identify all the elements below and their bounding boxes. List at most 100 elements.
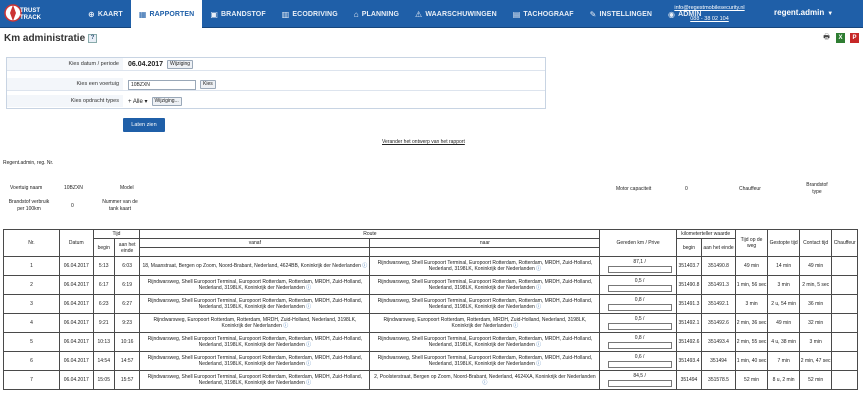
private-km-input[interactable]	[607, 380, 672, 387]
cell-contact-time: 3 min	[798, 332, 833, 352]
change-period-button[interactable]: Wijziging	[167, 60, 194, 69]
km-value: 0,8 /	[634, 335, 645, 341]
km-report-table: Nr. Datum Tijd Route Gereden km / Prive …	[3, 229, 858, 390]
info-icon[interactable]: ⓘ	[482, 380, 487, 386]
cell-route-to: Rijndwarsweg, Shell Europoort Terminal, …	[369, 275, 601, 295]
cell-time-end: 6:19	[113, 275, 141, 295]
private-km-input[interactable]	[607, 323, 672, 330]
km-value: 0,6 /	[634, 354, 645, 360]
table-row: 5 06.04.2017 10:13 10:16 Rijndwarsweg, Shell…	[3, 332, 858, 352]
cell-time-begin: 15:05	[92, 370, 115, 390]
address-text: Rijndwarsweg, Shell Europoort Terminal, …	[147, 279, 363, 291]
type-value-group: + Alle ▾ Wijziging...	[128, 96, 182, 107]
header-from-spacer	[139, 247, 371, 257]
info-icon[interactable]: ⓘ	[535, 304, 541, 310]
top-navigation-bar: TRUST TRACK ⊕ KAART ▦ RAPPORTEN ▣ BRANDSTOF…	[0, 0, 863, 28]
info-icon[interactable]: ⓘ	[305, 380, 311, 386]
period-value-group: 06.04.2017 Wijziging	[128, 59, 194, 70]
cell-nr: 3	[3, 294, 60, 314]
user-menu[interactable]: regent.admin ▼	[774, 8, 833, 17]
info-icon[interactable]: ⓘ	[282, 323, 288, 329]
nav-item-planning[interactable]: ⌂ PLANNING	[346, 0, 407, 28]
cell-odo-end: 351578.5	[701, 370, 736, 390]
cell-stop-time: 49 min	[767, 313, 800, 333]
engine-capacity-value: 0	[685, 186, 688, 192]
cell-nr: 4	[3, 313, 60, 333]
cell-nr: 2	[3, 275, 60, 295]
svg-text:TRACK: TRACK	[20, 15, 42, 21]
planning-icon: ⌂	[353, 9, 359, 19]
header-from: vanaf	[139, 238, 371, 248]
table-row: 3 06.04.2017 6:23 6:27 Rijndwarsweg, Shell E…	[3, 294, 858, 314]
vehicle-input[interactable]: 10BZXN	[128, 79, 196, 90]
table-row: 7 06.04.2017 15:05 15:57 Rijndwarsweg, Shell…	[3, 370, 858, 390]
cell-time-begin: 9:21	[92, 313, 115, 333]
nav-item-instellingen[interactable]: ✎ INSTELLINGEN	[582, 0, 660, 28]
nav-item-ecodriving[interactable]: ▥ ECODRIVING	[274, 0, 346, 28]
private-km-input[interactable]	[607, 342, 672, 349]
cell-route-from: Rijndwarsweg, Europoort Rotterdam, Rotte…	[139, 313, 371, 333]
cell-odo-begin: 351493.4	[675, 351, 703, 371]
tachograph-icon: ▤	[512, 9, 521, 19]
help-icon[interactable]: ?	[88, 33, 98, 43]
info-icon[interactable]: ⓘ	[535, 361, 541, 367]
cell-time-begin: 5:13	[92, 256, 115, 276]
print-icon[interactable]: 🖶	[822, 33, 831, 43]
contact-email-link[interactable]: info@regestmobilesecurity.nl	[662, 3, 757, 14]
cell-nr: 1	[3, 256, 60, 276]
cell-route-from: Rijndwarsweg, Shell Europoort Terminal, …	[139, 332, 371, 352]
cell-route-from: Rijndwarsweg, Shell Europoort Terminal, …	[139, 275, 371, 295]
cell-odo-end: 351492.6	[701, 313, 736, 333]
cell-time-begin: 6:23	[92, 294, 115, 314]
info-icon[interactable]: ⓘ	[535, 266, 541, 272]
excel-export-icon[interactable]: X	[836, 33, 845, 43]
cell-travel-time: 1 min, 56 sec	[734, 275, 769, 295]
cell-date: 06.04.2017	[58, 351, 94, 371]
info-icon[interactable]: ⓘ	[305, 304, 311, 310]
info-icon[interactable]: ⓘ	[305, 361, 311, 367]
choose-vehicle-button[interactable]: Kies	[200, 80, 216, 89]
address-text: Rijndwarsweg, Europoort Rotterdam, Rotte…	[153, 317, 357, 329]
change-type-button[interactable]: Wijziging...	[151, 97, 182, 106]
nav-item-rapporten[interactable]: ▦ RAPPORTEN	[130, 0, 203, 28]
trusttrack-logo[interactable]: TRUST TRACK	[2, 0, 46, 28]
type-row: Kies opdracht types + Alle ▾ Wijziging..…	[7, 95, 545, 108]
show-report-button[interactable]: Laten zien	[123, 118, 165, 132]
cell-time-begin: 6:17	[92, 275, 115, 295]
page-title: Km administratie?	[4, 33, 98, 44]
period-row: Kies datum / periode 06.04.2017 Wijzigin…	[7, 58, 545, 71]
cell-travel-time: 2 min, 36 sec	[734, 313, 769, 333]
nav-item-brandstof[interactable]: ▣ BRANDSTOF	[202, 0, 273, 28]
info-icon[interactable]: ⓘ	[305, 342, 311, 348]
fuel-icon: ▣	[210, 9, 219, 19]
header-nr: Nr.	[3, 229, 60, 257]
warning-icon: ⚠	[415, 9, 423, 19]
info-icon[interactable]: ⓘ	[535, 285, 541, 291]
cell-driver	[831, 256, 858, 276]
km-value: 87,1 /	[633, 259, 646, 265]
private-km-input[interactable]	[607, 266, 672, 273]
contact-phone-link[interactable]: 088 - 38 02 104	[662, 14, 757, 25]
type-select[interactable]: + Alle ▾	[128, 98, 148, 105]
nav-item-tachograaf[interactable]: ▤ TACHOGRAAF	[505, 0, 582, 28]
nav-item-waarschuwingen[interactable]: ⚠ WAARSCHUWINGEN	[407, 0, 505, 28]
cell-km-driven: 0,5 /	[599, 275, 677, 295]
info-icon[interactable]: ⓘ	[512, 323, 518, 329]
nav-label: WAARSCHUWINGEN	[425, 10, 497, 18]
cell-stop-time: 14 min	[767, 256, 800, 276]
info-icon[interactable]: ⓘ	[305, 285, 311, 291]
cell-date: 06.04.2017	[58, 275, 94, 295]
private-km-input[interactable]	[607, 304, 672, 311]
cell-contact-time: 52 min	[798, 370, 833, 390]
nav-item-kaart[interactable]: ⊕ KAART	[80, 0, 131, 28]
info-icon[interactable]: ⓘ	[535, 342, 541, 348]
private-km-input[interactable]	[607, 285, 672, 292]
change-report-design-link[interactable]: Verander het ontwerp van het rapport	[382, 139, 465, 145]
private-km-input[interactable]	[607, 361, 672, 368]
info-icon[interactable]: ⓘ	[361, 263, 367, 269]
fuel-type-label: Brandstof type	[806, 182, 828, 195]
cell-travel-time: 52 min	[734, 370, 769, 390]
pdf-export-icon[interactable]: P	[850, 33, 859, 43]
km-value: 0,5 /	[634, 278, 645, 284]
cell-stop-time: 3 min	[767, 275, 800, 295]
